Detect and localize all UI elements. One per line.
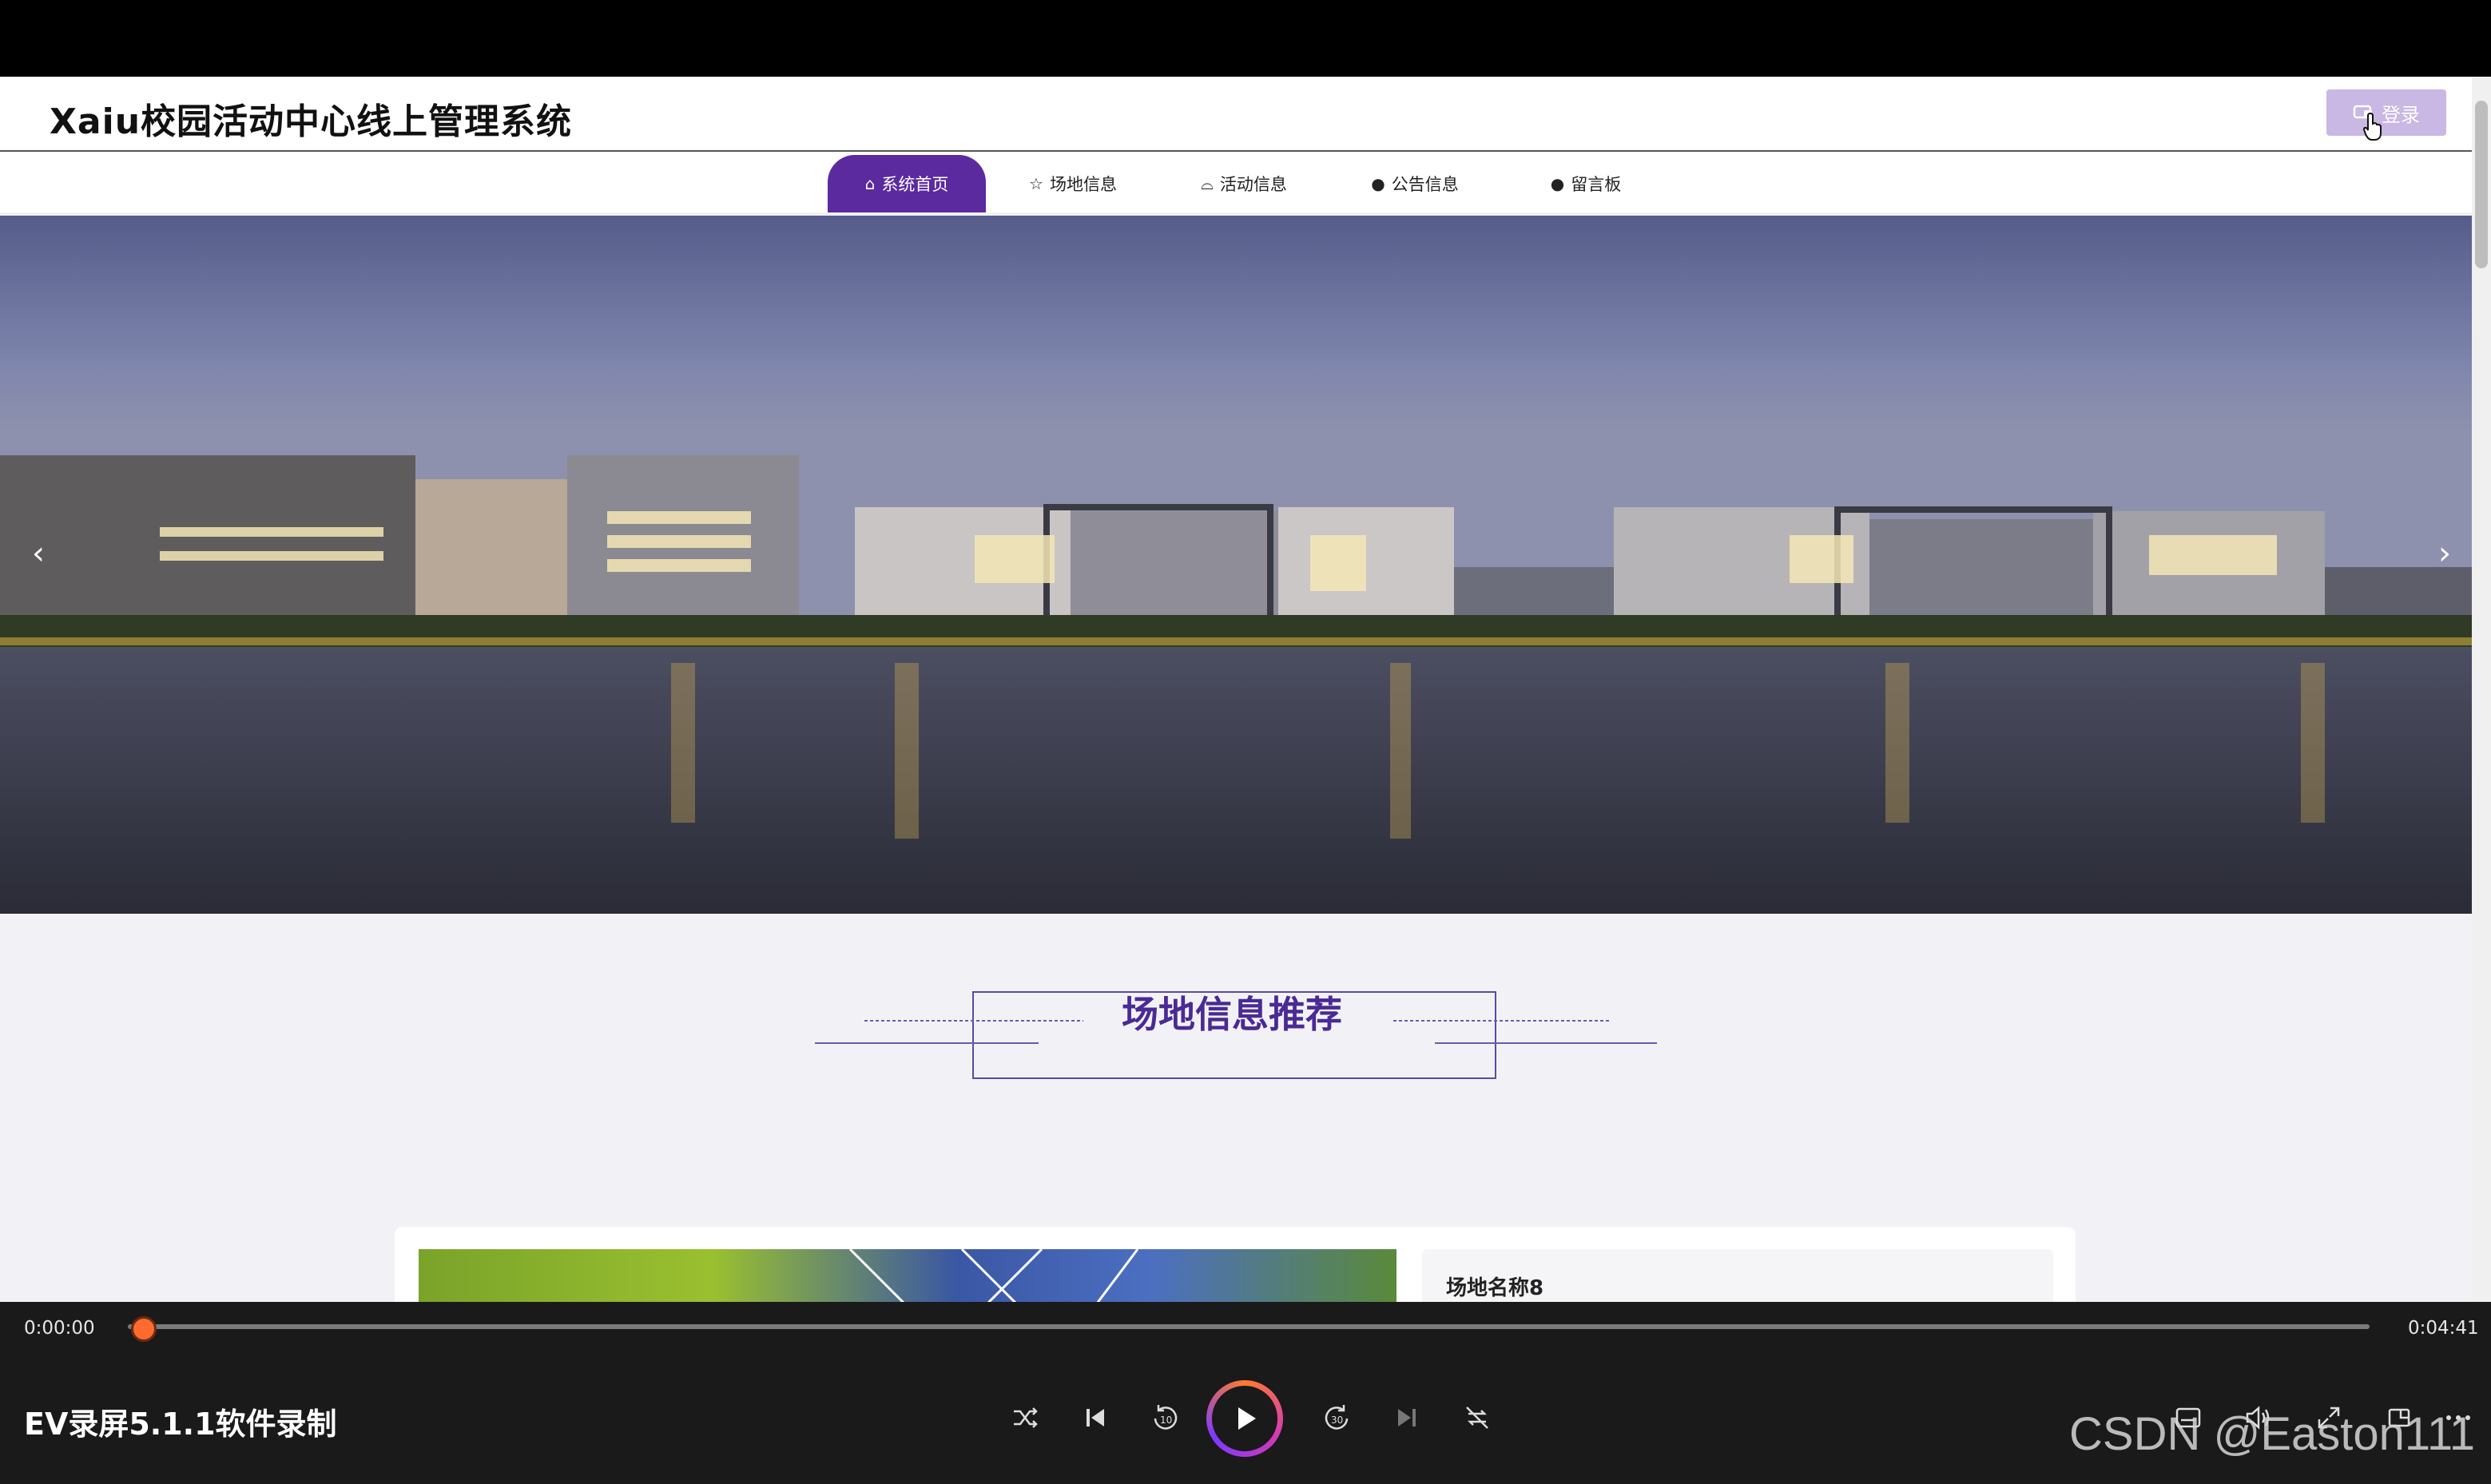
forward-30-icon[interactable]: 30 <box>1317 1398 1357 1438</box>
info-icon: ● <box>1371 174 1385 193</box>
progress-track[interactable] <box>128 1324 2370 1329</box>
rewind-10-icon[interactable]: 10 <box>1146 1398 1186 1438</box>
nav-item-venues[interactable]: ☆ 场地信息 <box>994 155 1152 212</box>
nav-item-activities[interactable]: ⌓ 活动信息 <box>1165 155 1323 212</box>
svg-text:30: 30 <box>1331 1415 1343 1426</box>
star-icon: ☆ <box>1029 174 1043 193</box>
shuffle-icon[interactable] <box>1005 1398 1045 1438</box>
scrollbar-thumb[interactable] <box>2475 101 2488 268</box>
recording-title: EV录屏5.1.1软件录制 <box>24 1407 337 1442</box>
nav-item-guestbook[interactable]: ● 留言板 <box>1507 155 1665 212</box>
repeat-off-icon[interactable] <box>1457 1398 1497 1438</box>
login-button[interactable]: 登录 <box>2326 89 2446 136</box>
site-header: Xaiu校园活动中心线上管理系统 <box>0 77 2472 152</box>
nav-label: 活动信息 <box>1219 175 1287 194</box>
total-time: 0:04:41 <box>2408 1318 2479 1339</box>
play-button[interactable] <box>1206 1380 1283 1457</box>
login-label: 登录 <box>2382 103 2420 126</box>
nav-label: 系统首页 <box>881 175 949 194</box>
watermark: CSDN @Easton111 <box>2069 1408 2476 1460</box>
nav-item-home[interactable]: ⌂ 系统首页 <box>828 155 986 212</box>
svg-text:10: 10 <box>1160 1415 1172 1426</box>
venue-name: 场地名称8 <box>1446 1276 1544 1300</box>
venue-image[interactable] <box>419 1249 1396 1302</box>
bag-icon: ⌓ <box>1201 174 1214 193</box>
home-icon: ⌂ <box>864 174 876 193</box>
site-title: Xaiu校园活动中心线上管理系统 <box>50 101 573 142</box>
chevron-left-icon[interactable]: ‹ <box>22 535 54 572</box>
nav-label: 公告信息 <box>1391 175 1459 194</box>
hand-cursor-icon <box>2363 112 2382 141</box>
play-icon <box>1238 1407 1256 1430</box>
section-title: 场地信息推荐 <box>1122 993 1342 1036</box>
campus-photo <box>0 216 2472 914</box>
question-icon: ● <box>1550 174 1565 193</box>
progress-knob[interactable] <box>131 1316 157 1342</box>
nav-label: 场地信息 <box>1049 175 1117 194</box>
current-time: 0:00:00 <box>24 1318 95 1339</box>
previous-icon[interactable] <box>1075 1398 1115 1438</box>
chevron-right-icon[interactable]: › <box>2429 535 2461 572</box>
browser-viewport: Xaiu校园活动中心线上管理系统 登录 ⌂ 系统首页 ☆ 场地信息 ⌓ 活动信息… <box>0 77 2491 1302</box>
banner-carousel: ‹ › <box>0 216 2472 914</box>
next-icon[interactable] <box>1387 1398 1427 1438</box>
nav-item-notices[interactable]: ● 公告信息 <box>1336 155 1494 212</box>
main-nav: ⌂ 系统首页 ☆ 场地信息 ⌓ 活动信息 ● 公告信息 ● 留言板 <box>0 152 2472 212</box>
nav-label: 留言板 <box>1571 175 1622 194</box>
